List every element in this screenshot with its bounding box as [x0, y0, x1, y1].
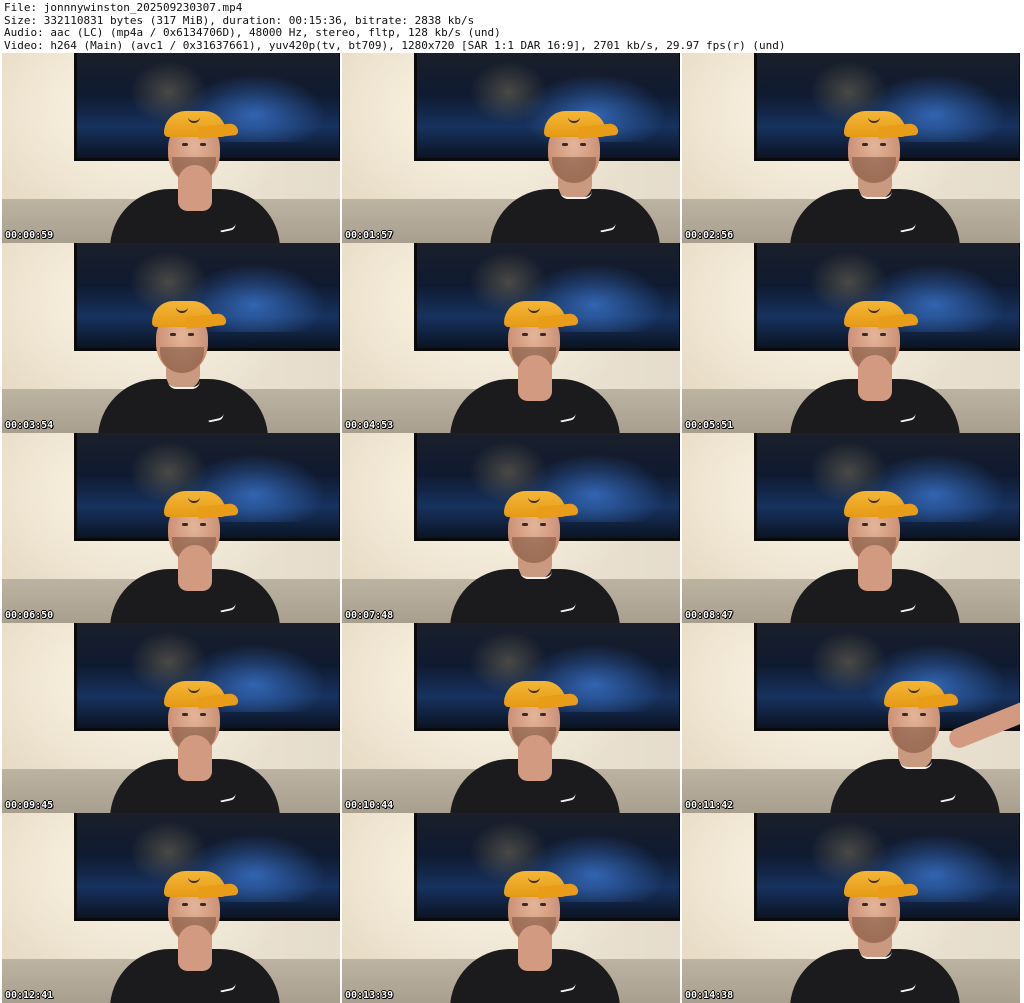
timestamp-label: 00:00:59 — [5, 230, 54, 241]
person-figure — [682, 243, 1020, 433]
video-thumbnail: 00:05:51 — [682, 243, 1020, 433]
timestamp-label: 00:13:39 — [345, 990, 394, 1001]
video-thumbnail: 00:03:54 — [2, 243, 340, 433]
video-thumbnail: 00:13:39 — [342, 813, 680, 1003]
video-thumbnail: 00:14:38 — [682, 813, 1020, 1003]
person-figure — [382, 53, 680, 243]
timestamp-label: 00:07:48 — [345, 610, 394, 621]
person-figure — [722, 623, 1020, 813]
timestamp-label: 00:05:51 — [685, 420, 734, 431]
timestamp-label: 00:14:38 — [685, 990, 734, 1001]
video-thumbnail: 00:04:53 — [342, 243, 680, 433]
person-figure — [2, 433, 340, 623]
person-figure — [342, 623, 680, 813]
timestamp-label: 00:09:45 — [5, 800, 54, 811]
timestamp-label: 00:01:57 — [345, 230, 394, 241]
file-name-line: File: jonnnywinston_202509230307.mp4 — [4, 1, 243, 14]
person-figure — [2, 243, 328, 433]
timestamp-label: 00:03:54 — [5, 420, 54, 431]
video-thumbnail: 00:01:57 — [342, 53, 680, 243]
file-info-header: File: jonnnywinston_202509230307.mp4 Siz… — [0, 0, 1024, 52]
video-thumbnail: 00:07:48 — [342, 433, 680, 623]
timestamp-label: 00:08:47 — [685, 610, 734, 621]
person-figure — [342, 243, 680, 433]
video-thumbnail: 00:00:59 — [2, 53, 340, 243]
thumbnail-grid: 00:00:59 00:01:57 00:02:56 00:03:54 00:0… — [2, 53, 1020, 1003]
video-thumbnail: 00:10:44 — [342, 623, 680, 813]
person-figure — [682, 813, 1020, 1003]
timestamp-label: 00:06:50 — [5, 610, 54, 621]
video-thumbnail: 00:06:50 — [2, 433, 340, 623]
timestamp-label: 00:11:42 — [685, 800, 734, 811]
video-info-line: Video: h264 (Main) (avc1 / 0x31637661), … — [4, 38, 786, 52]
video-thumbnail: 00:11:42 — [682, 623, 1020, 813]
person-figure — [2, 813, 340, 1003]
person-figure — [682, 433, 1020, 623]
audio-info-line: Audio: aac (LC) (mp4a / 0x6134706D), 480… — [4, 26, 501, 39]
timestamp-label: 00:02:56 — [685, 230, 734, 241]
person-figure — [2, 623, 340, 813]
timestamp-label: 00:04:53 — [345, 420, 394, 431]
video-thumbnail: 00:09:45 — [2, 623, 340, 813]
video-thumbnail: 00:12:41 — [2, 813, 340, 1003]
timestamp-label: 00:12:41 — [5, 990, 54, 1001]
person-figure — [2, 53, 340, 243]
video-thumbnail: 00:08:47 — [682, 433, 1020, 623]
video-thumbnail: 00:02:56 — [682, 53, 1020, 243]
person-figure — [342, 433, 680, 623]
person-figure — [342, 813, 680, 1003]
person-figure — [682, 53, 1020, 243]
timestamp-label: 00:10:44 — [345, 800, 394, 811]
